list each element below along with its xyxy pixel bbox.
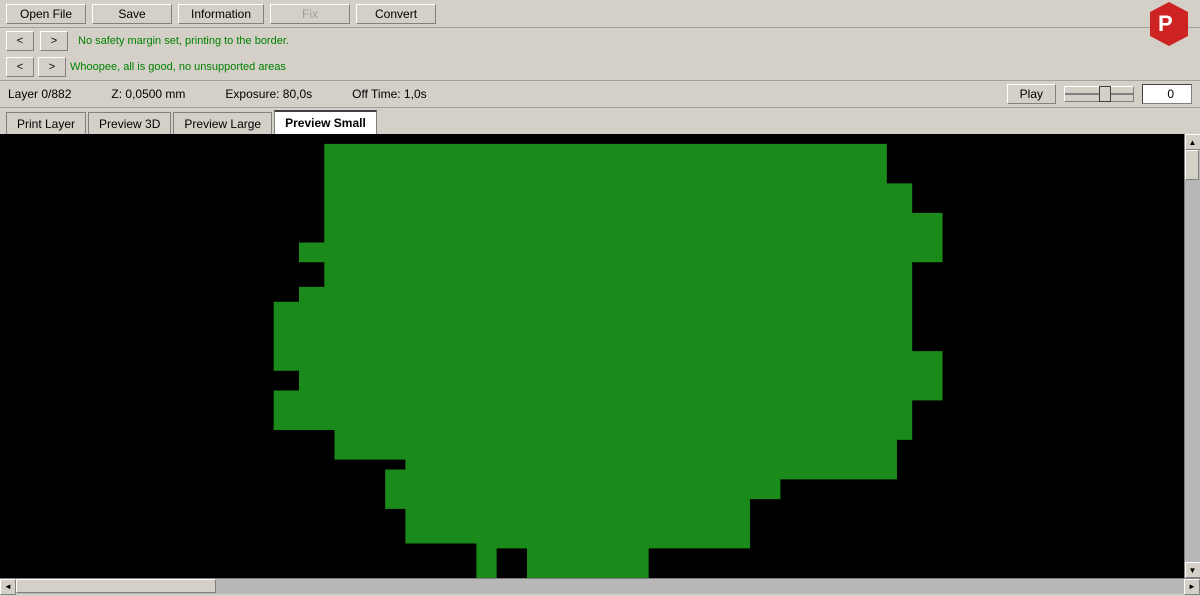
- fix-button[interactable]: Fix: [270, 4, 350, 24]
- save-button[interactable]: Save: [92, 4, 172, 24]
- app-logo: P: [1144, 0, 1194, 49]
- off-time-label: Off Time: 1,0s: [352, 87, 426, 101]
- scroll-left-button[interactable]: ◄: [0, 579, 16, 595]
- scroll-right-button[interactable]: ►: [1184, 579, 1200, 595]
- play-button[interactable]: Play: [1007, 84, 1056, 104]
- v-scroll-thumb[interactable]: [1185, 150, 1199, 180]
- tab-preview-3d[interactable]: Preview 3D: [88, 112, 171, 134]
- layer-number-input[interactable]: [1142, 84, 1192, 104]
- nav-prev-button-1[interactable]: <: [6, 31, 34, 51]
- status-message-2: Whoopee, all is good, no unsupported are…: [70, 61, 286, 73]
- tab-preview-large[interactable]: Preview Large: [173, 112, 272, 134]
- nav-row-2: < > Whoopee, all is good, no unsupported…: [0, 54, 1200, 80]
- layer-bar: Layer 0/882 Z: 0,0500 mm Exposure: 80,0s…: [0, 80, 1200, 108]
- svg-text:P: P: [1158, 11, 1173, 36]
- layer-view: [0, 134, 1200, 578]
- horizontal-scrollbar[interactable]: ◄ ►: [0, 578, 1200, 594]
- play-area: Play: [1007, 84, 1192, 104]
- nav-next-button-1[interactable]: >: [40, 31, 68, 51]
- convert-button[interactable]: Convert: [356, 4, 436, 24]
- tab-preview-small[interactable]: Preview Small: [274, 110, 377, 134]
- status-message-1: No safety margin set, printing to the bo…: [78, 35, 289, 47]
- slider-thumb[interactable]: [1099, 86, 1111, 102]
- open-file-button[interactable]: Open File: [6, 4, 86, 24]
- exposure-label: Exposure: 80,0s: [225, 87, 312, 101]
- information-button[interactable]: Information: [178, 4, 264, 24]
- vertical-scrollbar[interactable]: ▲ ▼: [1184, 134, 1200, 578]
- z-label: Z: 0,0500 mm: [111, 87, 185, 101]
- tabs-row: Print Layer Preview 3D Preview Large Pre…: [0, 108, 1200, 134]
- h-scroll-thumb[interactable]: [16, 579, 216, 593]
- nav-prev-button-2[interactable]: <: [6, 57, 34, 77]
- nav-next-button-2[interactable]: >: [38, 57, 66, 77]
- v-scroll-track[interactable]: [1185, 150, 1200, 562]
- h-scroll-track[interactable]: [16, 579, 1184, 594]
- tab-print-layer[interactable]: Print Layer: [6, 112, 86, 134]
- toolbar: Open File Save Information Fix Convert P: [0, 0, 1200, 28]
- layer-slider[interactable]: [1064, 86, 1134, 102]
- scroll-up-button[interactable]: ▲: [1185, 134, 1200, 150]
- scroll-down-button[interactable]: ▼: [1185, 562, 1200, 578]
- canvas-area: ▲ ▼: [0, 134, 1200, 578]
- nav-row-1: < > No safety margin set, printing to th…: [0, 28, 1200, 54]
- layer-label: Layer 0/882: [8, 87, 71, 101]
